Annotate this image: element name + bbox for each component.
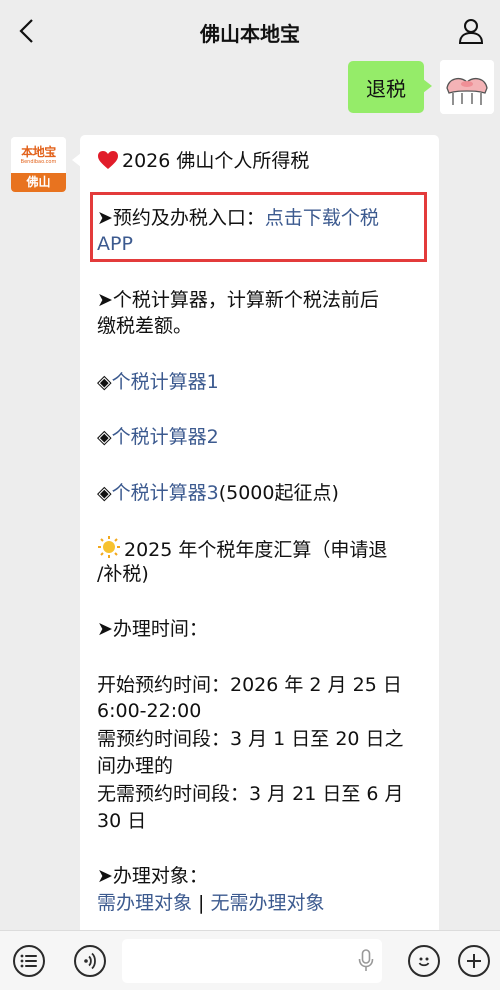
calculator-3-link[interactable]: 个税计算器3 <box>112 482 219 504</box>
more-button[interactable] <box>458 945 490 977</box>
handling-target-title: ➤办理对象： <box>97 865 208 887</box>
cartoon-avatar-icon <box>440 60 494 114</box>
calculator-3-note: (5000起征点) <box>218 482 339 504</box>
menu-button[interactable] <box>13 945 45 977</box>
booking-required-period: 需预约时间段：3 月 1 日至 20 日之 <box>97 728 404 750</box>
emoji-button[interactable] <box>408 945 440 977</box>
download-app-link[interactable]: 点击下载个税 <box>265 207 379 229</box>
chat-title: 佛山本地宝 <box>200 22 300 46</box>
handling-time-title: ➤办理时间： <box>97 618 208 640</box>
calculator-intro-line: ➤个税计算器，计算新个税法前后 <box>97 289 379 311</box>
booking-entry-line: ➤预约及办税入口：点击下载个税 <box>97 205 427 231</box>
annual-settlement-title: 2025 年个税年度汇算（申请退 <box>124 539 388 561</box>
no-booking-period: 无需预约时间段：3 月 21 日至 6 月 <box>97 783 404 805</box>
person-icon <box>458 19 484 44</box>
annual-settlement-line: 2025 年个税年度汇算（申请退 <box>97 535 427 563</box>
outgoing-message[interactable]: 退税 <box>348 61 432 113</box>
calculator-1-link[interactable]: 个税计算器1 <box>112 371 219 393</box>
start-booking-time-2: 6:00-22:00 <box>97 700 202 722</box>
bot-logo-city: 佛山 <box>11 173 66 192</box>
voice-button[interactable] <box>74 945 106 977</box>
booking-entry-line-2: APP <box>97 231 427 257</box>
calculator-1-line: ◈个税计算器1 <box>97 369 427 395</box>
input-toolbar <box>0 930 500 990</box>
not-required-target-link[interactable]: 无需办理对象 <box>211 892 325 914</box>
message-input[interactable] <box>122 939 382 983</box>
booking-entry-label: ➤预约及办税入口： <box>97 207 265 229</box>
diamond-bullet: ◈ <box>97 371 112 393</box>
download-app-link-cont[interactable]: APP <box>97 233 133 255</box>
no-booking-period-2: 30 日 <box>97 810 147 832</box>
bot-logo-sub: Bendibao.com <box>20 159 57 165</box>
annual-settlement-line-2: /补税) <box>97 563 149 585</box>
message-title-line: 2026 佛山个人所得税 <box>97 148 427 174</box>
calculator-3-line: ◈个税计算器3(5000起征点) <box>97 480 427 506</box>
user-avatar[interactable] <box>440 60 494 114</box>
bot-avatar[interactable]: 本地宝 Bendibao.com 佛山 <box>11 137 66 192</box>
microphone-icon[interactable] <box>358 949 374 973</box>
list-icon <box>20 954 37 968</box>
heart-icon <box>98 151 118 169</box>
message-title: 2026 佛山个人所得税 <box>122 150 310 172</box>
bot-logo-top: 本地宝 Bendibao.com <box>11 137 66 173</box>
booking-required-period-2: 间办理的 <box>97 755 174 777</box>
smiley-icon <box>418 957 430 967</box>
start-booking-time: 开始预约时间：2026 年 2 月 25 日 <box>97 674 402 696</box>
incoming-message: 2026 佛山个人所得税 ➤预约及办税入口：点击下载个税 APP ➤个税计算器，… <box>72 135 439 935</box>
handling-target-links: 需办理对象 | 无需办理对象 <box>97 890 427 916</box>
calculator-intro-line-2: 缴税差额。 <box>97 315 193 337</box>
bot-logo-text: 本地宝 <box>21 145 56 159</box>
profile-button[interactable] <box>454 14 488 48</box>
chat-header: 佛山本地宝 <box>0 0 500 62</box>
plus-icon <box>467 954 481 968</box>
voice-wave-icon <box>84 952 96 970</box>
link-separator: | <box>192 892 211 914</box>
diamond-bullet: ◈ <box>97 482 112 504</box>
calculator-2-link[interactable]: 个税计算器2 <box>112 426 219 448</box>
diamond-bullet: ◈ <box>97 426 112 448</box>
sun-icon <box>98 536 120 558</box>
required-target-link[interactable]: 需办理对象 <box>97 892 192 914</box>
calculator-2-line: ◈个税计算器2 <box>97 424 427 450</box>
